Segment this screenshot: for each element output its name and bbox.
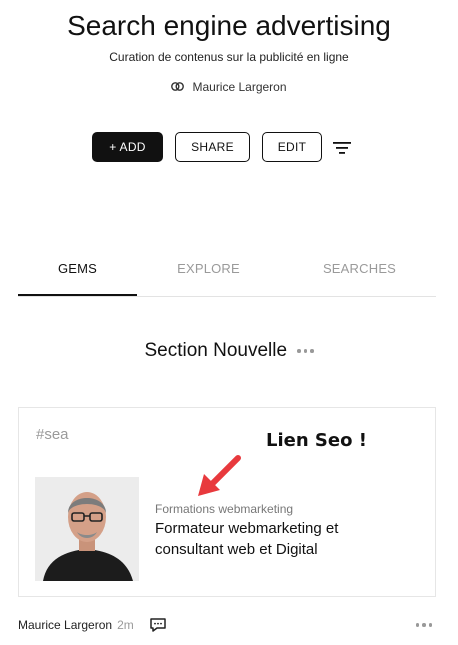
footer-timestamp: 2m <box>117 618 134 632</box>
edit-button[interactable]: EDIT <box>262 132 322 162</box>
card-tag[interactable]: #sea <box>36 426 69 443</box>
author-link[interactable]: Maurice Largeron <box>0 80 458 94</box>
tab-explore[interactable]: EXPLORE <box>149 258 268 295</box>
gem-card[interactable]: #sea Lien Seo ! Formations webmarketing … <box>18 407 436 597</box>
comment-icon[interactable] <box>149 617 167 633</box>
tab-bar: GEMS EXPLORE SEARCHES <box>18 258 436 297</box>
card-source[interactable]: Formations webmarketing <box>155 502 293 516</box>
tab-gems[interactable]: GEMS <box>18 258 137 295</box>
author-photo[interactable] <box>35 477 139 581</box>
page-title: Search engine advertising <box>67 10 391 41</box>
card-more-icon[interactable] <box>415 623 432 627</box>
card-headline[interactable]: Formateur webmarketing et consultant web… <box>155 518 405 560</box>
link-icon <box>171 80 185 94</box>
footer-author[interactable]: Maurice Largeron <box>18 618 112 632</box>
section-more-icon[interactable] <box>297 349 314 353</box>
add-button[interactable]: + ADD <box>92 132 163 162</box>
share-button[interactable]: SHARE <box>175 132 250 162</box>
active-tab-indicator <box>18 294 137 296</box>
author-name: Maurice Largeron <box>192 80 287 94</box>
filter-icon[interactable] <box>332 140 352 156</box>
card-overlay-text: Lien Seo ! <box>266 430 367 451</box>
red-arrow-icon <box>194 452 244 498</box>
tab-searches[interactable]: SEARCHES <box>300 258 419 295</box>
section-title: Section Nouvelle <box>144 340 288 361</box>
section-header: Section Nouvelle <box>0 340 458 362</box>
page-subtitle: Curation de contenus sur la publicité en… <box>109 50 349 64</box>
card-footer: Maurice Largeron 2m <box>18 616 436 634</box>
